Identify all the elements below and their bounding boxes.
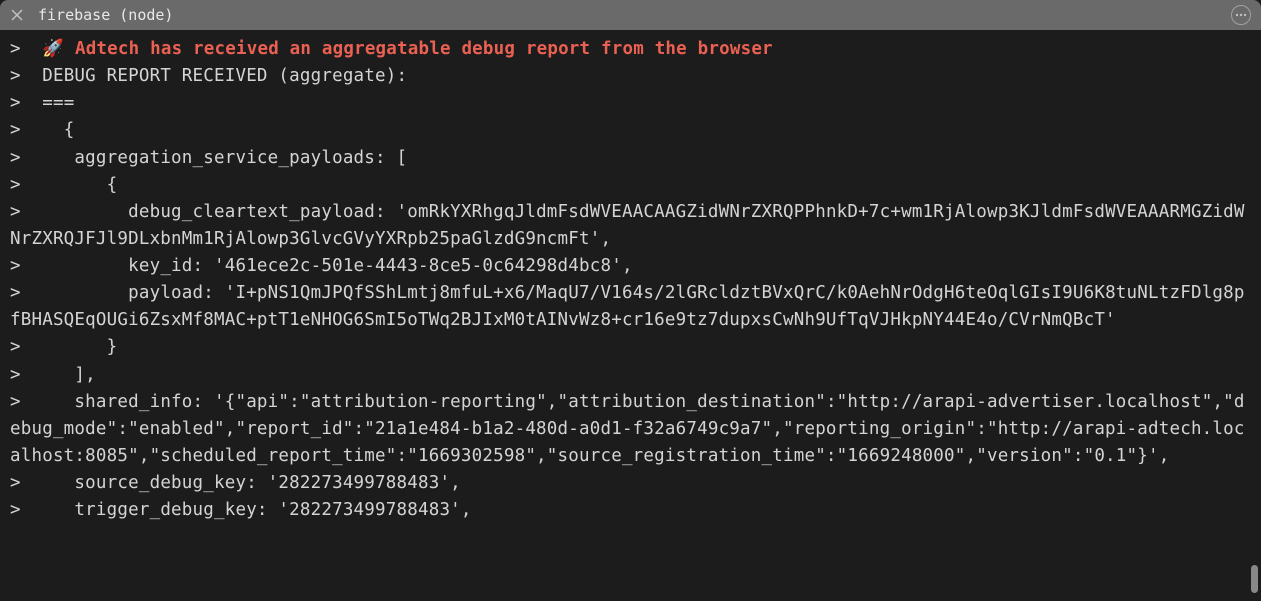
prompt-char: > — [10, 256, 42, 276]
log-text: source_debug_key: '282273499788483', — [42, 473, 461, 493]
prompt-char: > — [10, 392, 42, 412]
prompt-char: > — [10, 66, 42, 86]
terminal-line: > shared_info: '{"api":"attribution-repo… — [10, 389, 1251, 470]
highlight-text: Adtech has received an aggregatable debu… — [64, 39, 773, 59]
terminal-line: > trigger_debug_key: '282273499788483', — [10, 497, 1251, 524]
terminal-line: > DEBUG REPORT RECEIVED (aggregate): — [10, 63, 1251, 90]
log-text: { — [42, 175, 117, 195]
prompt-char: > — [10, 473, 42, 493]
log-text: debug_cleartext_payload: 'omRkYXRhgqJldm… — [10, 202, 1245, 249]
log-text: trigger_debug_key: '282273499788483', — [42, 500, 471, 520]
log-text: ], — [42, 365, 96, 385]
terminal-line: > === — [10, 90, 1251, 117]
terminal-line: > key_id: '461ece2c-501e-4443-8ce5-0c642… — [10, 253, 1251, 280]
terminal-line: > aggregation_service_payloads: [ — [10, 145, 1251, 172]
prompt-char: > — [10, 337, 42, 357]
terminal-line: > debug_cleartext_payload: 'omRkYXRhgqJl… — [10, 199, 1251, 253]
terminal-line: > } — [10, 334, 1251, 361]
prompt-char: > — [10, 120, 42, 140]
prompt-char: > — [10, 202, 42, 222]
terminal-line: > { — [10, 172, 1251, 199]
terminal-output[interactable]: > 🚀 Adtech has received an aggregatable … — [0, 30, 1261, 601]
log-text: DEBUG REPORT RECEIVED (aggregate): — [42, 66, 407, 86]
more-options-icon[interactable] — [1231, 5, 1251, 25]
log-text: aggregation_service_payloads: [ — [42, 148, 407, 168]
terminal-line: > ], — [10, 362, 1251, 389]
prompt-char: > — [10, 93, 42, 113]
log-text: payload: 'I+pNS1QmJPQfSShLmtj8mfuL+x6/Ma… — [10, 283, 1245, 330]
tab-title[interactable]: firebase (node) — [38, 6, 173, 24]
terminal-line: > payload: 'I+pNS1QmJPQfSShLmtj8mfuL+x6/… — [10, 280, 1251, 334]
prompt-char: > — [10, 175, 42, 195]
prompt-char: > — [10, 148, 42, 168]
prompt-char: > — [10, 500, 42, 520]
log-text: key_id: '461ece2c-501e-4443-8ce5-0c64298… — [42, 256, 632, 276]
terminal-line: > source_debug_key: '282273499788483', — [10, 470, 1251, 497]
log-text: } — [42, 337, 117, 357]
scrollbar-thumb[interactable] — [1251, 565, 1258, 593]
close-icon[interactable] — [8, 6, 26, 24]
tab-bar: firebase (node) — [0, 0, 1261, 30]
log-text: === — [42, 93, 74, 113]
prompt-char: > — [10, 39, 42, 59]
terminal-line: > { — [10, 117, 1251, 144]
log-text: { — [42, 120, 74, 140]
prompt-char: > — [10, 283, 42, 303]
prompt-char: > — [10, 365, 42, 385]
terminal-line: > 🚀 Adtech has received an aggregatable … — [10, 36, 1251, 63]
log-text: shared_info: '{"api":"attribution-report… — [10, 392, 1245, 466]
rocket-icon: 🚀 — [42, 39, 64, 59]
